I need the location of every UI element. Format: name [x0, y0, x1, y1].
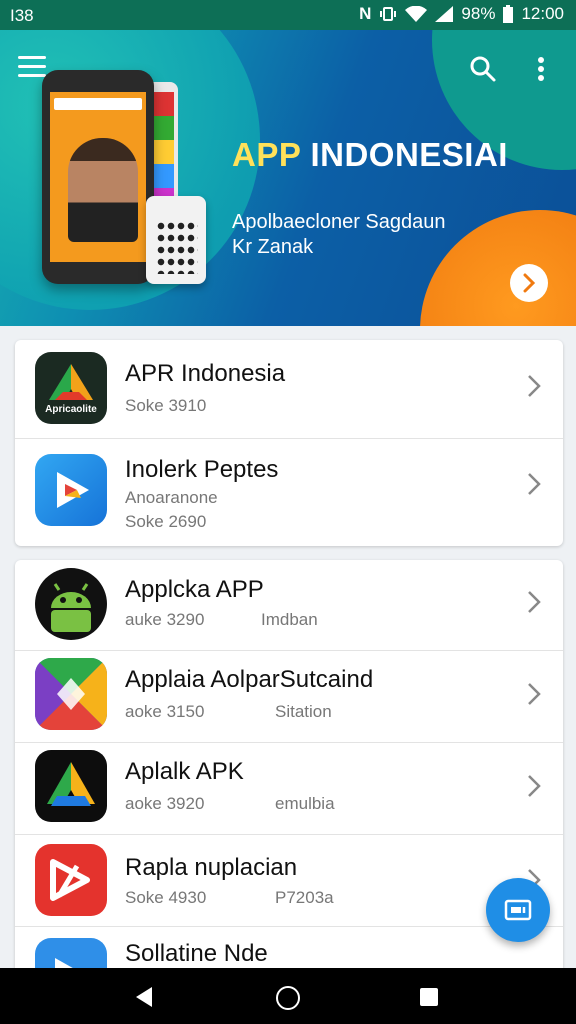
app-meta: auke 3290 [125, 610, 205, 629]
app-title: Applaia AolparSutcaind [125, 666, 374, 693]
android-icon [35, 568, 107, 640]
menu-icon[interactable] [18, 56, 46, 80]
battery-percent: 98% [461, 4, 496, 23]
floating-action-button[interactable] [486, 878, 550, 942]
list-item[interactable]: Inolerk Peptes Anoaranone Soke 2690 [15, 438, 563, 546]
nfc-icon: N [359, 4, 372, 23]
app-meta-secondary: Imdban [261, 610, 318, 629]
more-vert-icon[interactable] [536, 54, 546, 89]
app-icon [35, 658, 107, 730]
banner-subtitle: Apolbaecloner Sagdaun Kr Zanak [232, 211, 446, 258]
app-meta: Soke 2690 [125, 512, 207, 531]
app-icon [35, 454, 107, 526]
clock: 12:00 [521, 4, 564, 23]
app-meta: Soke 4930 [125, 888, 207, 907]
banner-title: APP INDONESIAI [232, 136, 508, 173]
list-item[interactable]: Aplalk APK aoke 3920 emulbia [15, 742, 563, 834]
list-item[interactable]: Applcka APP auke 3290 Imdban [15, 560, 563, 650]
app-meta: aoke 3920 [125, 794, 205, 813]
chevron-right-icon [527, 472, 541, 501]
banner-next-button[interactable] [510, 264, 548, 302]
signal-icon [435, 6, 454, 22]
app-icon [35, 750, 107, 822]
status-left-text: I38 [10, 6, 34, 25]
app-icon [35, 844, 107, 916]
featured-apps-card: Apricaolite APR Indonesia Soke 3910 Inol… [15, 340, 563, 546]
person-photo [68, 138, 138, 242]
search-icon[interactable] [468, 54, 498, 89]
app-title: APR Indonesia [125, 360, 286, 387]
battery-icon [503, 5, 514, 23]
app-subtitle: Anoaranone [125, 488, 218, 507]
app-icon-label: Apricaolite [45, 404, 97, 415]
app-meta: Soke 3910 [125, 396, 207, 415]
app-title: Inolerk Peptes [125, 456, 279, 483]
card-icon [504, 899, 532, 921]
app-icon: Apricaolite [35, 352, 107, 424]
hero-banner[interactable]: APP INDONESIAI Apolbaecloner Sagdaun Kr … [0, 30, 576, 326]
list-item[interactable]: Applaia AolparSutcaind aoke 3150 Sitatio… [15, 650, 563, 742]
vibrate-icon [379, 6, 397, 22]
app-meta-secondary: Sitation [275, 702, 332, 721]
wifi-icon [405, 6, 428, 22]
app-title: Aplalk APK [125, 758, 244, 785]
list-item[interactable]: Apricaolite APR Indonesia Soke 3910 [15, 340, 563, 438]
keypad-phone-illustration [146, 196, 206, 284]
app-title: Rapla nuplacian [125, 854, 298, 881]
back-icon[interactable] [134, 986, 154, 1013]
chevron-right-icon [527, 774, 541, 803]
phone-illustration [42, 70, 154, 284]
chevron-right-icon [527, 590, 541, 619]
chevron-right-icon [527, 682, 541, 711]
app-meta-secondary: P7203a [275, 888, 334, 907]
chevron-right-icon [527, 374, 541, 403]
home-icon[interactable] [276, 986, 300, 1010]
list-item[interactable]: Rapla nuplacian Soke 4930 P7203a [15, 834, 563, 926]
app-title: Applcka APP [125, 576, 264, 603]
system-nav-bar [0, 968, 576, 1024]
app-meta: aoke 3150 [125, 702, 205, 721]
app-meta-secondary: emulbia [275, 794, 335, 813]
status-bar: I38 N 98% 12:00 [0, 0, 576, 30]
recent-apps-icon[interactable] [420, 988, 438, 1006]
app-list-card: Applcka APP auke 3290 Imdban Applaia Aol… [15, 560, 563, 980]
app-title: Sollatine Nde [125, 940, 268, 967]
